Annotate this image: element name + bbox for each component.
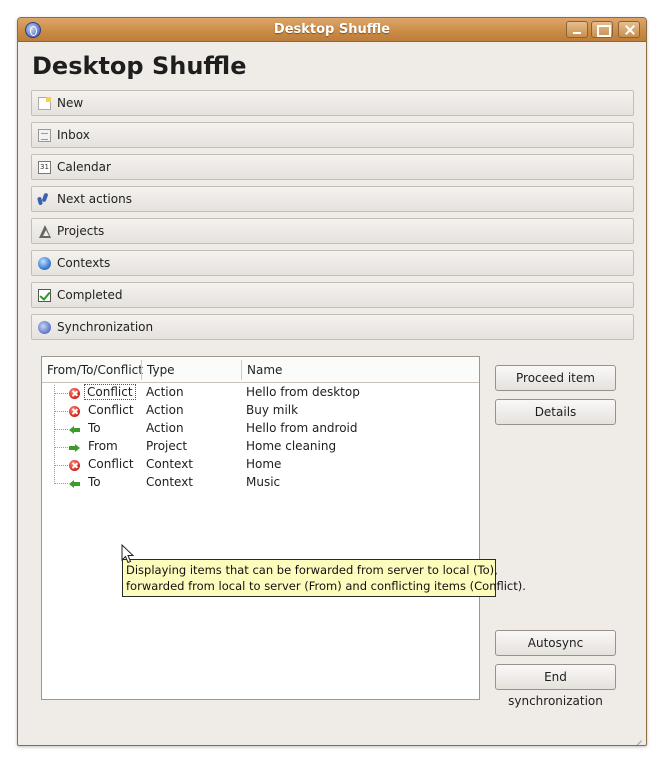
table-header: From/To/Conflict Type Name	[42, 357, 479, 383]
nav-label: Calendar	[57, 160, 111, 174]
tree-branch	[55, 465, 68, 466]
name-cell: Music	[246, 475, 281, 489]
nav-item-new[interactable]: New	[31, 90, 634, 116]
status-cell: To	[88, 475, 101, 489]
autosync-button[interactable]: Autosync	[495, 630, 616, 656]
name-cell: Hello from desktop	[246, 385, 360, 399]
arrow-left-icon	[69, 478, 80, 489]
status-cell: Conflict	[84, 384, 136, 400]
name-cell: Home cleaning	[246, 439, 337, 453]
new-note-icon	[38, 97, 51, 110]
nav-label: Completed	[57, 288, 123, 302]
conflict-icon	[69, 388, 80, 399]
nav-item-inbox[interactable]: Inbox	[31, 122, 634, 148]
nav-label: Inbox	[57, 128, 90, 142]
inbox-icon	[38, 129, 51, 142]
nav-label: Projects	[57, 224, 105, 238]
type-cell: Action	[146, 385, 184, 399]
arrow-right-icon	[69, 442, 80, 453]
footprints-icon	[38, 193, 48, 206]
table-row[interactable]: From Project Home cleaning	[42, 438, 479, 456]
mouse-pointer-icon	[121, 544, 135, 564]
column-header-status[interactable]: From/To/Conflict	[47, 363, 143, 377]
maximize-button[interactable]	[591, 21, 613, 38]
resize-grip-icon[interactable]	[628, 727, 644, 743]
details-button[interactable]: Details	[495, 399, 616, 425]
column-divider[interactable]	[241, 360, 242, 380]
nav-item-contexts[interactable]: Contexts	[31, 250, 634, 276]
nav-item-next-actions[interactable]: Next actions	[31, 186, 634, 212]
name-cell: Buy milk	[246, 403, 299, 417]
window-title: Desktop Shuffle	[273, 22, 391, 37]
status-cell: From	[88, 439, 118, 453]
type-cell: Action	[146, 421, 184, 435]
tooltip-line: Displaying items that can be forwarded f…	[126, 563, 498, 577]
status-cell: To	[88, 421, 101, 435]
tree-branch	[55, 447, 68, 448]
type-cell: Action	[146, 403, 184, 417]
status-cell: Conflict	[88, 457, 134, 471]
tooltip-line: forwarded from local to server (From) an…	[126, 579, 526, 593]
nav-item-completed[interactable]: Completed	[31, 282, 634, 308]
calendar-icon: 31	[38, 161, 51, 174]
tree-branch	[55, 483, 68, 484]
tree-branch	[55, 429, 68, 430]
close-button[interactable]	[618, 21, 640, 38]
type-cell: Context	[146, 475, 194, 489]
table-row[interactable]: To Action Hello from android	[42, 420, 479, 438]
column-header-type[interactable]: Type	[147, 363, 175, 377]
proceed-item-button[interactable]: Proceed item	[495, 365, 616, 391]
checkbox-icon	[38, 289, 51, 302]
table-row[interactable]: Conflict Context Home	[42, 456, 479, 474]
app-window: Desktop Shuffle Desktop Shuffle New Inbo…	[17, 17, 647, 746]
title-bar[interactable]: Desktop Shuffle	[18, 18, 646, 42]
sync-icon	[38, 321, 51, 334]
conflict-icon	[69, 460, 80, 471]
nav-label: New	[57, 96, 84, 110]
tooltip: Displaying items that can be forwarded f…	[122, 559, 526, 597]
name-cell: Home	[246, 457, 282, 471]
column-header-name[interactable]: Name	[247, 363, 282, 377]
conflict-icon	[69, 406, 80, 417]
arrow-left-icon	[69, 424, 80, 435]
end-synchronization-button[interactable]: End synchronization	[495, 664, 616, 708]
column-divider[interactable]	[141, 360, 142, 380]
nav-label: Next actions	[57, 192, 132, 206]
nav-label: Synchronization	[57, 320, 154, 334]
type-cell: Context	[146, 457, 194, 471]
name-cell: Hello from android	[246, 421, 358, 435]
tree-branch	[55, 393, 68, 394]
table-row[interactable]: To Context Music	[42, 474, 479, 492]
projects-icon	[38, 225, 51, 238]
section-nav: New Inbox 31 Calendar Next actions Proje…	[31, 90, 634, 346]
minimize-button[interactable]	[566, 21, 588, 38]
type-cell: Project	[146, 439, 188, 453]
table-row[interactable]: Conflict Action Hello from desktop	[42, 384, 479, 402]
status-cell: Conflict	[88, 403, 134, 417]
nav-item-calendar[interactable]: 31 Calendar	[31, 154, 634, 180]
sync-items-table[interactable]: From/To/Conflict Type Name Conflict Acti…	[41, 356, 480, 700]
tree-branch	[55, 411, 68, 412]
table-row[interactable]: Conflict Action Buy milk	[42, 402, 479, 420]
nav-item-projects[interactable]: Projects	[31, 218, 634, 244]
nav-item-synchronization[interactable]: Synchronization	[31, 314, 634, 340]
page-title: Desktop Shuffle	[32, 52, 247, 80]
globe-icon	[38, 257, 51, 270]
nav-label: Contexts	[57, 256, 111, 270]
